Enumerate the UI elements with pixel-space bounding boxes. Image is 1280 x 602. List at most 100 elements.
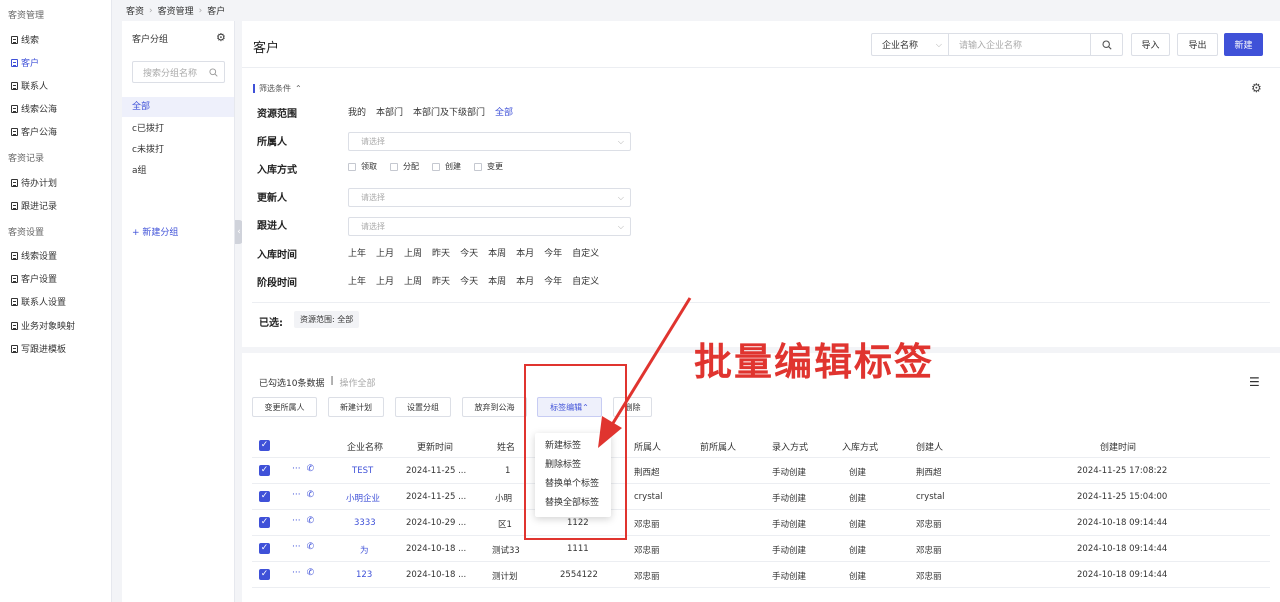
time-option[interactable]: 本月 xyxy=(516,274,534,287)
nav-item-lead-settings[interactable]: 线索设置 xyxy=(11,249,57,262)
set-group-button[interactable]: 设置分组 xyxy=(395,397,451,417)
time-option[interactable]: 本周 xyxy=(488,246,506,259)
company-link[interactable]: 为 xyxy=(360,544,369,556)
time-option[interactable]: 自定义 xyxy=(572,274,599,287)
row-checkbox[interactable]: ✓ xyxy=(259,517,270,528)
menu-item-new-tag[interactable]: 新建标签 xyxy=(535,437,611,456)
more-icon[interactable]: ··· xyxy=(292,542,301,552)
group-item[interactable]: c已拨打 xyxy=(122,119,234,139)
nav-item-contact-settings[interactable]: 联系人设置 xyxy=(11,295,66,308)
time-option[interactable]: 上月 xyxy=(376,274,394,287)
table-row[interactable]: ✓ ··· ✆ TEST 2024-11-25 ... 1 荆西超 手动创建 创建… xyxy=(252,458,1270,484)
phone-icon[interactable]: ✆ xyxy=(307,542,315,552)
filter-toggle[interactable]: 筛选条件 ⌃ xyxy=(253,83,302,94)
gear-icon[interactable]: ⚙ xyxy=(1251,81,1262,95)
row-checkbox[interactable]: ✓ xyxy=(259,543,270,554)
selected-filter-tag[interactable]: 资源范围: 全部 xyxy=(294,311,360,328)
time-option[interactable]: 今年 xyxy=(544,274,562,287)
search-button[interactable] xyxy=(1091,33,1123,56)
phone-icon[interactable]: ✆ xyxy=(307,490,315,500)
new-button[interactable]: 新建 xyxy=(1224,33,1263,56)
nav-item-contacts[interactable]: 联系人 xyxy=(11,79,48,92)
entry-checkbox[interactable]: 分配 xyxy=(390,161,419,172)
nav-item-followup-template[interactable]: 写跟进模板 xyxy=(11,342,66,355)
more-icon[interactable]: ··· xyxy=(292,516,301,526)
change-owner-button[interactable]: 变更所属人 xyxy=(252,397,317,417)
add-group-button[interactable]: + 新建分组 xyxy=(132,225,178,238)
new-plan-button[interactable]: 新建计划 xyxy=(328,397,384,417)
time-option[interactable]: 上年 xyxy=(348,246,366,259)
owner-select[interactable]: 请选择 ⌵ xyxy=(348,132,631,151)
menu-item-replace-single-tag[interactable]: 替换单个标签 xyxy=(535,475,611,494)
entry-checkbox[interactable]: 创建 xyxy=(432,161,461,172)
menu-item-replace-all-tags[interactable]: 替换全部标签 xyxy=(535,494,611,513)
time-option[interactable]: 上月 xyxy=(376,246,394,259)
table-row[interactable]: ✓ ··· ✆ 123 2024-10-18 ... 测计划 2554122 邓忠… xyxy=(252,562,1270,588)
row-checkbox[interactable]: ✓ xyxy=(259,465,270,476)
gear-icon[interactable]: ⚙ xyxy=(216,31,226,44)
time-option[interactable]: 自定义 xyxy=(572,246,599,259)
column-header[interactable]: 入库方式 xyxy=(842,440,878,453)
delete-button[interactable]: 删除 xyxy=(613,397,652,417)
scope-option[interactable]: 本部门及下级部门 xyxy=(413,105,485,118)
breadcrumb-item[interactable]: 客资管理 xyxy=(158,4,194,17)
move-to-pool-button[interactable]: 放弃到公海 xyxy=(462,397,527,417)
breadcrumb-item[interactable]: 客资 xyxy=(126,4,144,17)
row-checkbox[interactable]: ✓ xyxy=(259,491,270,502)
time-option[interactable]: 今年 xyxy=(544,246,562,259)
phone-icon[interactable]: ✆ xyxy=(307,516,315,526)
phone-icon[interactable]: ✆ xyxy=(307,464,315,474)
search-input[interactable]: 请输入企业名称 xyxy=(949,33,1091,56)
entry-checkbox[interactable]: 变更 xyxy=(474,161,503,172)
menu-item-delete-tag[interactable]: 删除标签 xyxy=(535,456,611,475)
time-option[interactable]: 今天 xyxy=(460,274,478,287)
nav-item-lead-pool[interactable]: 线索公海 xyxy=(11,102,57,115)
scope-option-all[interactable]: 全部 xyxy=(495,105,513,118)
time-option[interactable]: 上年 xyxy=(348,274,366,287)
nav-item-followups[interactable]: 跟进记录 xyxy=(11,199,57,212)
column-header[interactable]: 企业名称 xyxy=(347,440,383,453)
company-link[interactable]: 3333 xyxy=(354,518,376,528)
company-link[interactable]: TEST xyxy=(352,466,373,476)
follower-select[interactable]: 请选择 ⌵ xyxy=(348,217,631,236)
company-link[interactable]: 小明企业 xyxy=(346,492,380,504)
company-link[interactable]: 123 xyxy=(356,570,372,580)
column-header[interactable]: 前所属人 xyxy=(700,440,736,453)
row-checkbox[interactable]: ✓ xyxy=(259,569,270,580)
search-field-select[interactable]: 企业名称 ⌵ xyxy=(871,33,949,56)
column-header[interactable]: 创建时间 xyxy=(1100,440,1136,453)
select-all-link[interactable]: 操作全部 xyxy=(340,376,376,389)
nav-item-customer-settings[interactable]: 客户设置 xyxy=(11,272,57,285)
group-item[interactable]: c未拨打 xyxy=(122,140,234,160)
column-settings-icon[interactable]: ☰ xyxy=(1249,375,1260,389)
select-all-checkbox[interactable]: ✓ xyxy=(259,440,270,451)
nav-item-object-mapping[interactable]: 业务对象映射 xyxy=(11,319,75,332)
table-row[interactable]: ✓ ··· ✆ 为 2024-10-18 ... 测试33 1111 邓忠丽 手动… xyxy=(252,536,1270,562)
nav-item-customers[interactable]: 客户 xyxy=(11,56,39,69)
column-header[interactable]: 创建人 xyxy=(916,440,943,453)
time-option[interactable]: 昨天 xyxy=(432,246,450,259)
import-button[interactable]: 导入 xyxy=(1131,33,1170,56)
column-header[interactable]: 姓名 xyxy=(497,440,515,453)
more-icon[interactable]: ··· xyxy=(292,490,301,500)
column-header[interactable]: 所属人 xyxy=(634,440,661,453)
entry-checkbox[interactable]: 领取 xyxy=(348,161,377,172)
time-option[interactable]: 上周 xyxy=(404,246,422,259)
table-row[interactable]: ✓ ··· ✆ 3333 2024-10-29 ... 区1 1122 邓忠丽 手… xyxy=(252,510,1270,536)
nav-item-leads[interactable]: 线索 xyxy=(11,33,39,46)
column-header[interactable]: 更新时间 xyxy=(417,440,453,453)
updater-select[interactable]: 请选择 ⌵ xyxy=(348,188,631,207)
scope-option[interactable]: 我的 xyxy=(348,105,366,118)
scope-option[interactable]: 本部门 xyxy=(376,105,403,118)
group-item-all[interactable]: 全部 xyxy=(122,97,234,117)
nav-item-customer-pool[interactable]: 客户公海 xyxy=(11,125,57,138)
time-option[interactable]: 今天 xyxy=(460,246,478,259)
column-header[interactable]: 录入方式 xyxy=(772,440,808,453)
export-button[interactable]: 导出 xyxy=(1177,33,1218,56)
time-option[interactable]: 本月 xyxy=(516,246,534,259)
time-option[interactable]: 本周 xyxy=(488,274,506,287)
more-icon[interactable]: ··· xyxy=(292,568,301,578)
group-item[interactable]: a组 xyxy=(122,161,234,181)
table-row[interactable]: ✓ ··· ✆ 小明企业 2024-11-25 ... 小明 crystal 手动… xyxy=(252,484,1270,510)
group-search-input[interactable]: 搜索分组名称 xyxy=(132,61,225,83)
